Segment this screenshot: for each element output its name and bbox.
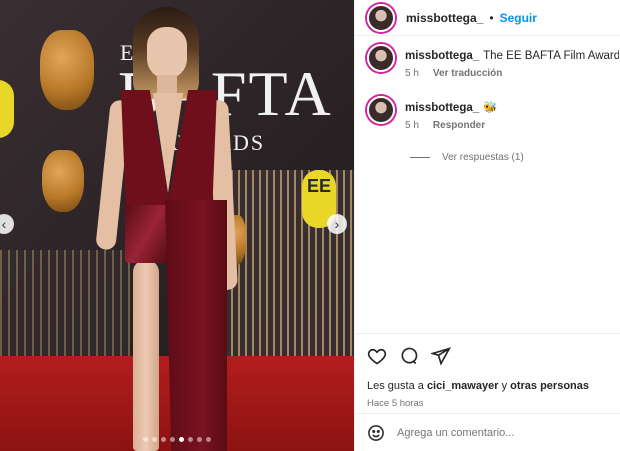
likes-others[interactable]: otras personas (510, 380, 589, 392)
bafta-mask-logo (40, 30, 94, 110)
action-icons (367, 344, 609, 368)
comment-meta: 5 h Responder (405, 120, 619, 131)
post-actions: Les gusta a cici_mawayer y otras persona… (355, 333, 620, 409)
comment-username[interactable]: missbottega_ (405, 102, 479, 114)
carousel-dot-active (179, 437, 184, 442)
reply-link[interactable]: Responder (433, 120, 485, 131)
chevron-right-icon[interactable]: › (327, 214, 347, 234)
likes-user[interactable]: cici_mawayer (427, 380, 499, 392)
bafta-mask-logo-small (42, 150, 84, 212)
post-dialog: EE BAFTA AWARDS EE ‹ › (0, 0, 620, 451)
emoji-icon[interactable] (367, 424, 385, 442)
post-side-panel: missbottega_ • Seguir missbottega_ The EE… (354, 0, 620, 451)
post-photo[interactable]: EE BAFTA AWARDS EE ‹ › (0, 0, 354, 451)
share-icon[interactable] (431, 346, 451, 366)
comment-item: missbottega_ 🐝 5 h Responder (367, 96, 620, 136)
comment-username[interactable]: missbottega_ (405, 50, 479, 62)
carousel-dot (170, 437, 175, 442)
avatar[interactable] (367, 3, 395, 32)
person-face (147, 27, 187, 79)
likes-summary: Les gusta a cici_mawayer y otras persona… (367, 380, 609, 392)
comment-time[interactable]: 5 h (405, 68, 419, 79)
view-replies-label: Ver respuestas (1) (442, 152, 524, 163)
carousel-dot (188, 437, 193, 442)
replies-line (410, 157, 430, 158)
comment-time[interactable]: 5 h (405, 120, 419, 131)
carousel-dot (197, 437, 202, 442)
view-replies-button[interactable]: Ver respuestas (1) (410, 152, 524, 163)
dress-shorts (125, 205, 171, 263)
comment-text: The EE BAFTA Film Awards 2024 (483, 50, 619, 62)
see-translation-link[interactable]: Ver traducción (433, 68, 502, 79)
follow-button[interactable]: Seguir (500, 11, 537, 25)
comment-line: missbottega_ The EE BAFTA Film Awards 202… (405, 48, 619, 64)
comment-input[interactable] (397, 426, 597, 439)
post-header: missbottega_ • Seguir (355, 0, 620, 36)
person-leg (133, 260, 159, 451)
carousel-dot (206, 437, 211, 442)
heart-icon[interactable] (367, 346, 387, 366)
comment-line: missbottega_ 🐝 (405, 100, 619, 116)
ee-badge-partial (0, 80, 14, 138)
comment-body: missbottega_ The EE BAFTA Film Awards 202… (405, 44, 619, 84)
carousel-dot (143, 437, 148, 442)
carousel-dot (152, 437, 157, 442)
comment-icon[interactable] (399, 346, 419, 366)
person-figure (95, 5, 245, 451)
header-username[interactable]: missbottega_ (406, 11, 483, 25)
avatar[interactable] (367, 96, 395, 124)
carousel-dots (0, 437, 354, 442)
header-separator: • (489, 10, 494, 25)
comment-meta: 5 h Ver traducción (405, 68, 619, 79)
comments-list: missbottega_ The EE BAFTA Film Awards 202… (367, 44, 620, 148)
carousel-dot (161, 437, 166, 442)
comment-body: missbottega_ 🐝 5 h Responder (405, 96, 619, 136)
avatar[interactable] (367, 44, 395, 72)
add-comment-bar (355, 413, 620, 451)
comment-text: 🐝 (483, 102, 498, 114)
comment-item: missbottega_ The EE BAFTA Film Awards 202… (367, 44, 620, 84)
post-timestamp: Hace 5 horas (367, 398, 424, 409)
likes-mid: y (501, 380, 508, 392)
likes-prefix: Les gusta a (367, 380, 424, 392)
dress-skirt (165, 200, 227, 451)
